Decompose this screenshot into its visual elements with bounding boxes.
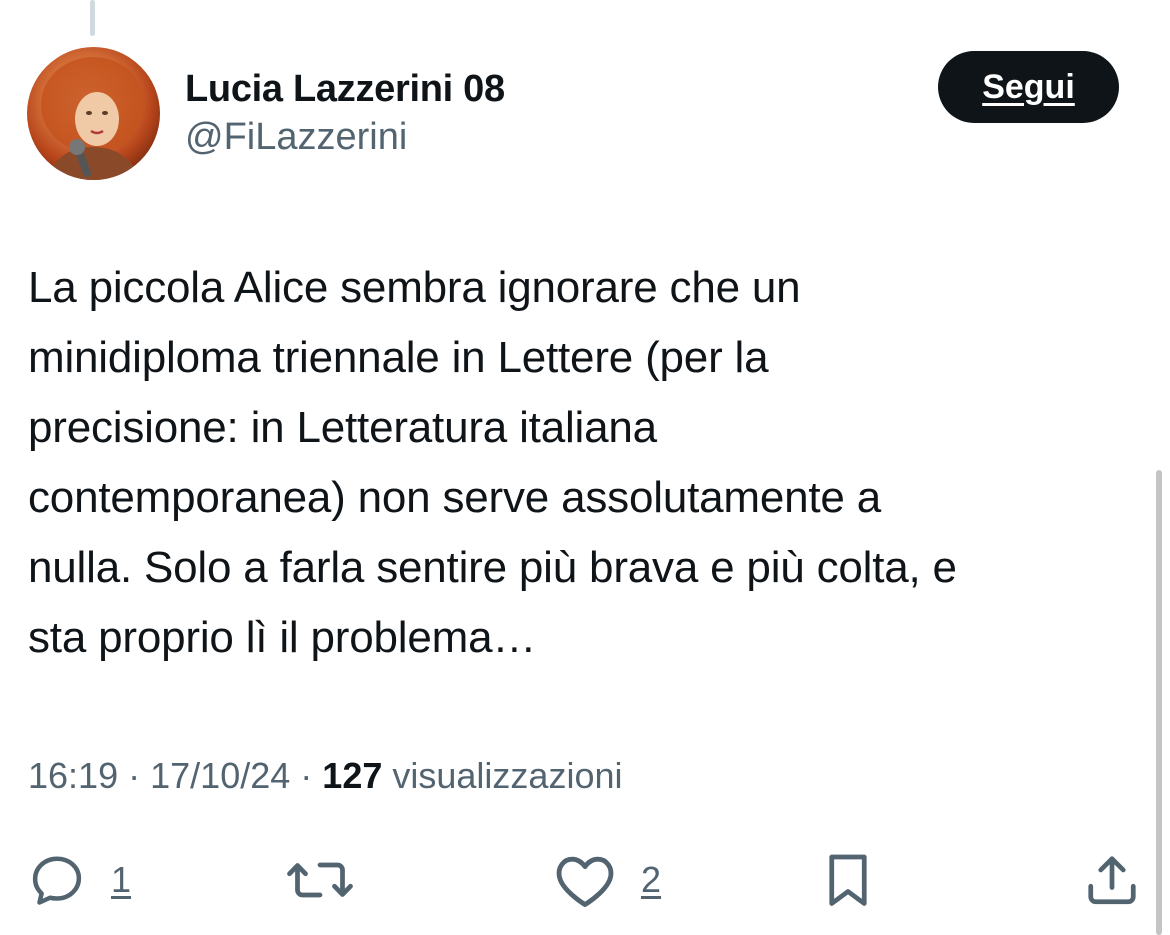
follow-button[interactable]: Segui xyxy=(938,51,1119,123)
tweet-time[interactable]: 16:19 xyxy=(28,755,118,796)
tweet-text: La piccola Alice sembra ignorare che un … xyxy=(28,263,957,662)
like-count: 2 xyxy=(641,859,662,900)
author-info: Lucia Lazzerini 08 @FiLazzerini xyxy=(185,66,505,160)
retweet-button[interactable] xyxy=(285,850,379,910)
views-label: visualizzazioni xyxy=(392,755,623,796)
retweet-icon xyxy=(287,862,353,898)
reply-button[interactable]: 1 xyxy=(27,850,131,910)
thread-connector-line xyxy=(90,0,95,36)
views-count: 127 xyxy=(322,755,383,796)
avatar[interactable] xyxy=(27,47,160,180)
reply-count: 1 xyxy=(111,859,132,900)
scrollbar[interactable] xyxy=(1156,470,1162,935)
tweet-metadata: 16:19 · 17/10/24 · 127 visualizzazioni xyxy=(28,752,623,800)
avatar-image xyxy=(41,57,145,180)
share-button[interactable] xyxy=(1082,850,1142,910)
tweet-date[interactable]: 17/10/24 xyxy=(150,755,290,796)
author-display-name[interactable]: Lucia Lazzerini 08 xyxy=(185,66,505,112)
share-icon xyxy=(1088,856,1136,905)
meta-separator: · xyxy=(128,755,141,796)
author-handle[interactable]: @FiLazzerini xyxy=(185,114,505,160)
meta-separator: · xyxy=(300,755,313,796)
like-button[interactable]: 2 xyxy=(553,850,661,910)
bookmark-button[interactable] xyxy=(818,850,878,910)
heart-icon xyxy=(556,856,614,907)
bookmark-icon xyxy=(829,854,867,906)
reply-icon xyxy=(32,856,82,905)
